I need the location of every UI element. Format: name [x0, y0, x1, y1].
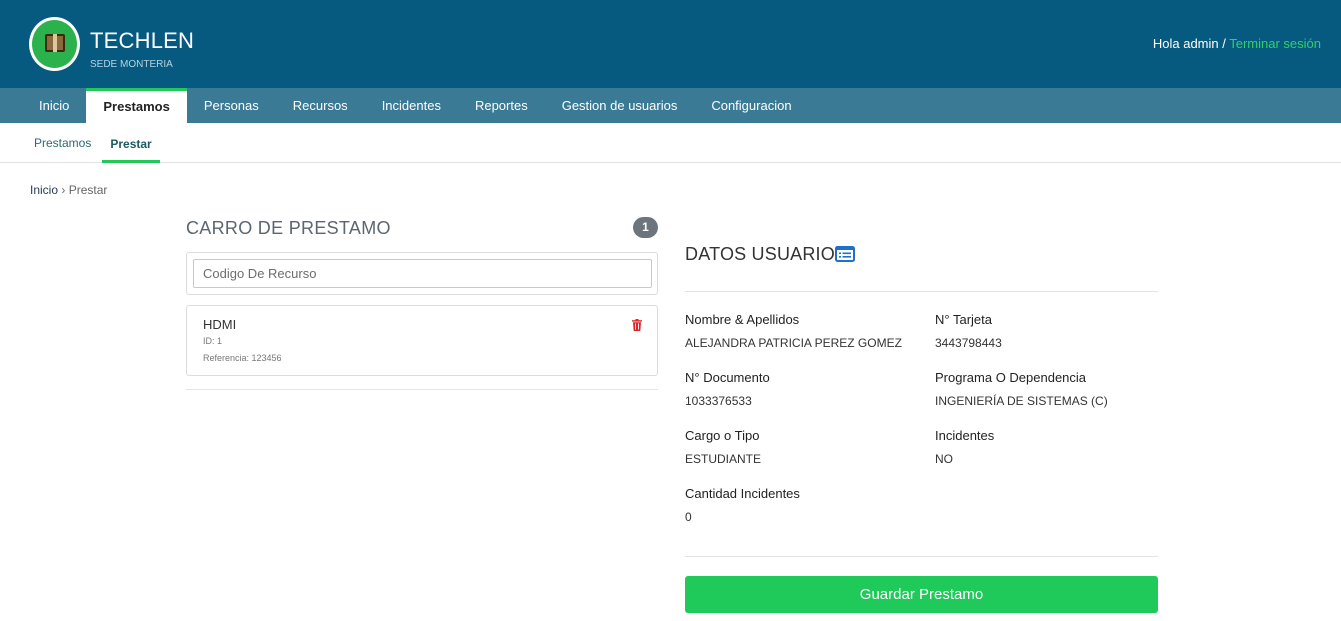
- field-tarjeta-label: N° Tarjeta: [935, 312, 992, 327]
- field-cantidad-incidentes-label: Cantidad Incidentes: [685, 486, 800, 501]
- cart-item-id: ID: 1: [203, 336, 223, 346]
- field-documento: N° Documento 1033376533: [685, 370, 770, 408]
- field-programa-label: Programa O Dependencia: [935, 370, 1087, 385]
- app-subtitle: SEDE MONTERIA: [90, 59, 173, 70]
- sub-nav: Prestamos Prestar: [0, 123, 1341, 163]
- app-header: TECHLEN SEDE MONTERIA Hola admin / Termi…: [0, 0, 1341, 88]
- field-nombre: Nombre & Apellidos ALEJANDRA PATRICIA PE…: [685, 312, 902, 350]
- field-cantidad-incidentes-value: 0: [685, 510, 692, 524]
- breadcrumb: Inicio › Prestar: [30, 183, 107, 197]
- user-divider-bottom: [685, 556, 1158, 557]
- tab-configuracion[interactable]: Configuracion: [694, 88, 808, 123]
- cart-item-reference: Referencia: 123456: [203, 353, 282, 363]
- cart-count-badge: 1: [633, 217, 658, 238]
- breadcrumb-separator: ›: [61, 183, 66, 197]
- user-greeting: Hola admin / Terminar sesión: [1153, 36, 1321, 51]
- field-incidentes: Incidentes NO: [935, 428, 994, 466]
- cart-item-name: HDMI: [203, 317, 237, 332]
- field-tarjeta-value: 3443798443: [935, 336, 1002, 350]
- breadcrumb-home[interactable]: Inicio: [30, 183, 58, 197]
- save-loan-button[interactable]: Guardar Prestamo: [685, 576, 1158, 613]
- user-divider-top: [685, 291, 1158, 292]
- main-nav: Inicio Prestamos Personas Recursos Incid…: [0, 88, 1341, 123]
- tab-gestion-usuarios[interactable]: Gestion de usuarios: [545, 88, 695, 123]
- tab-recursos[interactable]: Recursos: [276, 88, 365, 123]
- greeting-text: Hola admin /: [1152, 36, 1226, 51]
- cart-title: CARRO DE PRESTAMO: [186, 218, 391, 238]
- field-tarjeta: N° Tarjeta 3443798443: [935, 312, 1002, 350]
- field-programa: Programa O Dependencia INGENIERÍA DE SIS…: [935, 370, 1108, 408]
- field-nombre-value: ALEJANDRA PATRICIA PEREZ GOMEZ: [685, 336, 902, 350]
- logo-icon[interactable]: [29, 17, 80, 71]
- cart-item: HDMI ID: 1 Referencia: 123456: [186, 305, 658, 376]
- trash-icon[interactable]: [632, 319, 642, 331]
- user-section-title: DATOS USUARIO: [685, 244, 835, 264]
- field-nombre-label: Nombre & Apellidos: [685, 312, 800, 327]
- app-title: TECHLEN: [90, 28, 195, 53]
- field-programa-value: INGENIERÍA DE SISTEMAS (C): [935, 394, 1108, 408]
- logout-link[interactable]: Terminar sesión: [1229, 36, 1321, 51]
- field-incidentes-label: Incidentes: [935, 428, 995, 443]
- field-cantidad-incidentes: Cantidad Incidentes 0: [685, 486, 800, 524]
- cart-divider: [186, 389, 658, 390]
- field-cargo-value: ESTUDIANTE: [685, 452, 762, 466]
- tab-personas[interactable]: Personas: [187, 88, 276, 123]
- field-documento-value: 1033376533: [685, 394, 752, 408]
- breadcrumb-current: Prestar: [68, 183, 108, 197]
- tab-incidentes[interactable]: Incidentes: [365, 88, 458, 123]
- tab-inicio[interactable]: Inicio: [22, 88, 86, 123]
- field-cargo-label: Cargo o Tipo: [685, 428, 760, 443]
- resource-search-panel: [186, 252, 658, 295]
- field-incidentes-value: NO: [935, 452, 953, 466]
- subtab-prestar[interactable]: Prestar: [102, 123, 160, 163]
- subtab-prestamos[interactable]: Prestamos: [26, 123, 99, 163]
- tab-prestamos[interactable]: Prestamos: [86, 88, 187, 123]
- field-cargo: Cargo o Tipo ESTUDIANTE: [685, 428, 761, 466]
- tab-reportes[interactable]: Reportes: [458, 88, 545, 123]
- field-documento-label: N° Documento: [685, 370, 770, 385]
- id-card-icon: [835, 246, 855, 262]
- resource-code-input[interactable]: [193, 259, 652, 288]
